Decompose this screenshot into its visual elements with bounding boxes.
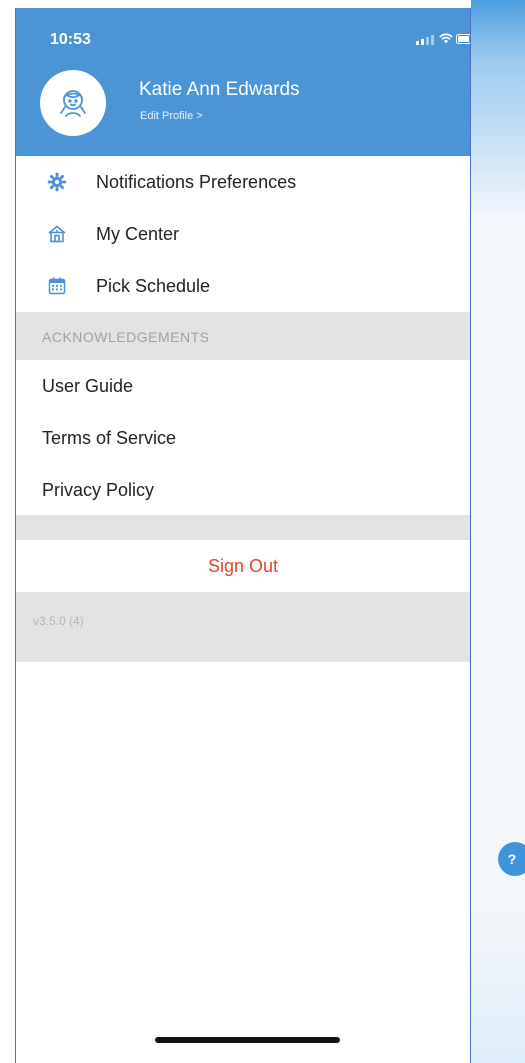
edit-profile-link[interactable]: Edit Profile > bbox=[140, 110, 203, 122]
battery-icon bbox=[456, 34, 470, 44]
menu-item-pick-schedule[interactable]: Pick Schedule bbox=[16, 260, 470, 312]
section-divider bbox=[16, 515, 470, 540]
home-indicator[interactable] bbox=[155, 1037, 340, 1043]
section-header-label: ACKNOWLEDGEMENTS bbox=[42, 329, 210, 345]
avatar-girl-icon bbox=[60, 90, 86, 117]
menu-item-terms-of-service[interactable]: Terms of Service bbox=[42, 412, 176, 464]
status-icons bbox=[416, 33, 453, 45]
menu-item-label: Pick Schedule bbox=[96, 275, 211, 296]
menu-item-my-center[interactable]: My Center bbox=[16, 208, 470, 260]
menu-item-label: Privacy Policy bbox=[42, 479, 155, 500]
help-button[interactable]: ? bbox=[498, 842, 525, 876]
menu-item-user-guide[interactable]: User Guide bbox=[42, 360, 133, 412]
gear-icon bbox=[46, 171, 68, 193]
help-button-label: ? bbox=[507, 851, 517, 867]
acknowledgements-section-header: ACKNOWLEDGEMENTS bbox=[16, 312, 470, 360]
sign-out-label: Sign Out bbox=[207, 555, 279, 576]
version-footer: v3.5.0 (4) bbox=[16, 592, 470, 662]
user-name[interactable]: Katie Ann Edwards bbox=[139, 79, 300, 101]
sign-out-button[interactable]: Sign Out bbox=[16, 540, 470, 592]
house-icon bbox=[46, 223, 68, 245]
background-app-peek[interactable] bbox=[471, 0, 525, 1063]
menu-item-label: Terms of Service bbox=[42, 427, 177, 448]
menu-item-label: My Center bbox=[96, 223, 180, 244]
status-time: 10:53 bbox=[50, 31, 91, 48]
cellular-signal-icon bbox=[416, 35, 434, 45]
menu-item-privacy-policy[interactable]: Privacy Policy bbox=[42, 464, 154, 516]
menu-item-notifications-preferences[interactable]: Notifications Preferences bbox=[16, 156, 470, 208]
side-drawer: 10:53 Katie Ann Edwards Edit Profile > N… bbox=[15, 8, 471, 1063]
avatar[interactable] bbox=[40, 70, 106, 136]
menu-item-label: User Guide bbox=[42, 375, 134, 396]
menu-item-label: Notifications Preferences bbox=[96, 171, 297, 192]
wifi-icon bbox=[439, 33, 453, 44]
profile-header: 10:53 Katie Ann Edwards Edit Profile > bbox=[16, 8, 470, 156]
app-version: v3.5.0 (4) bbox=[33, 614, 84, 628]
calendar-icon bbox=[46, 275, 68, 297]
phone-screen: ? 10:53 Katie Ann Edwards Edit Profile >… bbox=[0, 0, 525, 1063]
